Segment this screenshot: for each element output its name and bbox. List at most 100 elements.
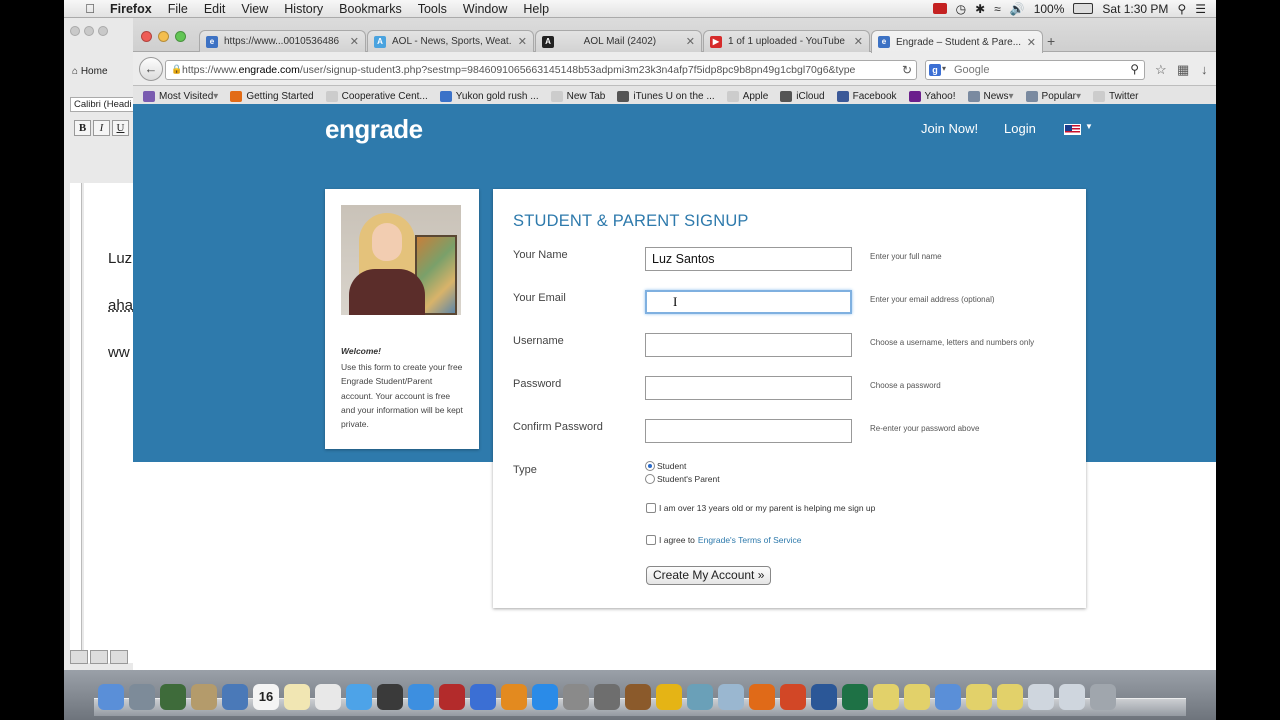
new-tab-icon[interactable]: + xyxy=(1047,33,1055,49)
confirm-password-field[interactable] xyxy=(645,419,852,443)
close-tab-icon[interactable]: ✕ xyxy=(686,35,695,48)
minimize-window-icon[interactable] xyxy=(158,31,169,42)
menu-edit[interactable]: Edit xyxy=(196,2,234,16)
tab-aol-mail[interactable]: A AOL Mail (2402) ✕ xyxy=(535,30,702,52)
notes-icon[interactable] xyxy=(284,684,310,710)
calendar-icon[interactable]: 16 xyxy=(253,684,279,710)
powerpoint-icon[interactable] xyxy=(780,684,806,710)
menu-bookmarks[interactable]: Bookmarks xyxy=(331,2,410,16)
clock[interactable]: Sat 1:30 PM xyxy=(1102,2,1168,16)
camera-icon[interactable] xyxy=(932,3,947,14)
textedit-icon[interactable] xyxy=(315,684,341,710)
preview-icon[interactable] xyxy=(191,684,217,710)
clipboard-icon[interactable]: ▦ xyxy=(1177,62,1189,78)
password-field[interactable] xyxy=(645,376,852,400)
bookmark-item[interactable]: Apple xyxy=(726,91,768,102)
bookmark-item[interactable]: iTunes U on the ... xyxy=(617,91,715,102)
launchpad-icon[interactable] xyxy=(129,684,155,710)
name-field[interactable] xyxy=(645,247,852,271)
view-button[interactable] xyxy=(70,650,88,664)
documents-icon[interactable] xyxy=(1028,684,1054,710)
warning-icon[interactable] xyxy=(873,684,899,710)
radio-button[interactable] xyxy=(645,474,655,484)
messages-icon[interactable] xyxy=(346,684,372,710)
tab-engrade-signup[interactable]: e Engrade – Student & Pare... ✕ xyxy=(871,30,1043,53)
menu-window[interactable]: Window xyxy=(455,2,515,16)
word-home-tab[interactable]: ⌂ Home xyxy=(72,66,108,77)
warning-icon[interactable] xyxy=(997,684,1023,710)
garageband-icon[interactable] xyxy=(625,684,651,710)
word-document[interactable]: Luz aha ww xyxy=(84,183,135,663)
iphoto-icon[interactable] xyxy=(594,684,620,710)
network-icon[interactable] xyxy=(718,684,744,710)
username-field[interactable] xyxy=(645,333,852,357)
engrade-logo[interactable]: engrade xyxy=(325,114,423,145)
excel-icon[interactable] xyxy=(842,684,868,710)
zoom-window-icon[interactable] xyxy=(175,31,186,42)
chevron-down-icon[interactable]: ▾ xyxy=(942,64,946,73)
menu-tools[interactable]: Tools xyxy=(410,2,455,16)
menu-history[interactable]: History xyxy=(276,2,331,16)
activity-icon[interactable] xyxy=(160,684,186,710)
bookmark-item[interactable]: Most Visited ▾ xyxy=(143,91,218,102)
create-account-button[interactable]: Create My Account » xyxy=(646,566,772,585)
finder-icon[interactable] xyxy=(98,684,124,710)
back-button[interactable]: ← xyxy=(139,57,163,81)
view-button[interactable] xyxy=(90,650,108,664)
facetime-icon[interactable] xyxy=(377,684,403,710)
radio-parent[interactable]: Student's Parent xyxy=(645,474,720,484)
ibooks-icon[interactable] xyxy=(501,684,527,710)
warning-icon[interactable] xyxy=(966,684,992,710)
tab-youtube[interactable]: ▶ 1 of 1 uploaded - YouTube ✕ xyxy=(703,30,870,52)
word-font-name[interactable]: Calibri (Headi xyxy=(70,97,135,112)
search-icon[interactable]: ⚲ xyxy=(1130,62,1139,76)
wifi-icon[interactable]: ≈ xyxy=(994,2,1001,16)
view-button[interactable] xyxy=(110,650,128,664)
star-icon[interactable]: ☆ xyxy=(1155,62,1167,78)
downloads-icon[interactable] xyxy=(1059,684,1085,710)
time-machine-icon[interactable]: ◷ xyxy=(956,2,966,16)
bookmark-item[interactable]: iCloud xyxy=(780,91,825,102)
volume-icon[interactable]: 🔊 xyxy=(1010,2,1025,16)
bookmark-item[interactable]: New Tab xyxy=(550,91,605,102)
chevron-down-icon[interactable]: ▼ xyxy=(1085,122,1093,131)
url-bar[interactable]: 🔒 https://www.engrade.com/user/signup-st… xyxy=(165,60,917,80)
terms-checkbox[interactable] xyxy=(646,535,656,545)
login-link[interactable]: Login xyxy=(1004,121,1036,136)
word-icon[interactable] xyxy=(811,684,837,710)
italic-button[interactable]: I xyxy=(93,120,110,136)
menu-view[interactable]: View xyxy=(233,2,276,16)
apple-menu-icon[interactable]:  xyxy=(78,1,102,16)
trash-icon[interactable] xyxy=(1090,684,1116,710)
bookmark-item[interactable]: Cooperative Cent... xyxy=(325,91,428,102)
bookmark-item[interactable]: Twitter xyxy=(1093,91,1139,102)
menu-help[interactable]: Help xyxy=(515,2,557,16)
download-icon[interactable]: ↓ xyxy=(1201,62,1208,77)
bookmark-item[interactable]: Yahoo! xyxy=(908,91,956,102)
finder-icon[interactable] xyxy=(935,684,961,710)
close-tab-icon[interactable]: ✕ xyxy=(1027,36,1036,49)
join-now-link[interactable]: Join Now! xyxy=(921,121,978,136)
itunes-icon[interactable] xyxy=(470,684,496,710)
age-checkbox-row[interactable]: I am over 13 years old or my parent is h… xyxy=(646,503,875,513)
underline-button[interactable]: U xyxy=(112,120,129,136)
bluetooth-icon[interactable]: ✱ xyxy=(975,2,985,16)
radio-student[interactable]: Student xyxy=(645,461,686,471)
tab-engrade-url[interactable]: e https://www...0010536486 ✕ xyxy=(199,30,366,52)
warning-icon[interactable] xyxy=(904,684,930,710)
notification-icon[interactable]: ☰ xyxy=(1195,2,1206,16)
bookmark-item[interactable]: Yukon gold rush ... xyxy=(439,91,539,102)
safari-icon[interactable] xyxy=(408,684,434,710)
bookmark-item[interactable]: Facebook xyxy=(836,91,897,102)
age-checkbox[interactable] xyxy=(646,503,656,513)
close-window-icon[interactable] xyxy=(141,31,152,42)
outlook-icon[interactable] xyxy=(656,684,682,710)
firefox-icon[interactable] xyxy=(749,684,775,710)
us-flag-icon[interactable] xyxy=(1064,124,1081,135)
menu-firefox[interactable]: Firefox xyxy=(102,2,160,16)
tab-aol[interactable]: A AOL - News, Sports, Weat... ✕ xyxy=(367,30,534,52)
close-tab-icon[interactable]: ✕ xyxy=(518,35,527,48)
bookmark-item[interactable]: Popular ▾ xyxy=(1025,91,1081,102)
reload-icon[interactable]: ↻ xyxy=(902,63,912,77)
radio-button[interactable] xyxy=(645,461,655,471)
